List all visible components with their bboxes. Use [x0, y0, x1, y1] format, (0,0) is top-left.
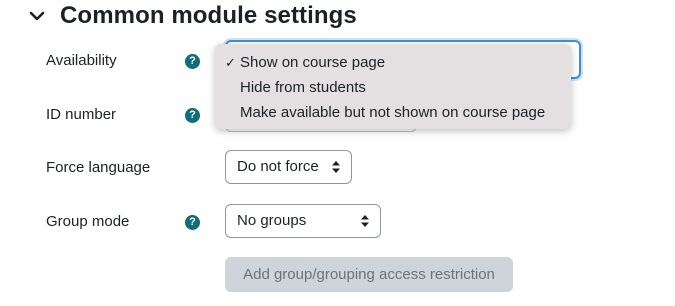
- id-number-label: ID number: [46, 106, 117, 123]
- help-icon[interactable]: ?: [185, 54, 200, 69]
- availability-option[interactable]: Hide from students: [215, 75, 571, 100]
- chevron-down-icon[interactable]: [28, 7, 46, 25]
- option-label: Hide from students: [240, 79, 366, 96]
- group-mode-select[interactable]: No groups: [225, 204, 381, 238]
- sort-arrows-icon: [361, 215, 369, 227]
- add-restriction-button: Add group/grouping access restriction: [225, 257, 513, 292]
- availability-option[interactable]: ✓ Show on course page: [215, 50, 571, 75]
- section-title: Common module settings: [60, 2, 357, 29]
- option-label: Show on course page: [240, 54, 386, 71]
- group-mode-value: No groups: [237, 212, 307, 229]
- availability-dropdown: ✓ Show on course page Hide from students…: [215, 44, 571, 129]
- section-toggle[interactable]: Common module settings: [28, 2, 357, 30]
- group-mode-label: Group mode: [46, 213, 130, 230]
- option-label: Make available but not shown on course p…: [240, 104, 546, 121]
- force-language-label: Force language: [46, 159, 151, 176]
- sort-arrows-icon: [332, 161, 340, 173]
- help-icon[interactable]: ?: [185, 215, 200, 230]
- force-language-select[interactable]: Do not force: [225, 150, 352, 184]
- availability-label: Availability: [46, 52, 117, 69]
- checkmark-icon: ✓: [225, 55, 236, 70]
- settings-page: Common module settings Availability ? ID…: [0, 0, 675, 306]
- force-language-value: Do not force: [237, 158, 319, 175]
- help-icon[interactable]: ?: [185, 108, 200, 123]
- availability-option[interactable]: Make available but not shown on course p…: [215, 100, 571, 125]
